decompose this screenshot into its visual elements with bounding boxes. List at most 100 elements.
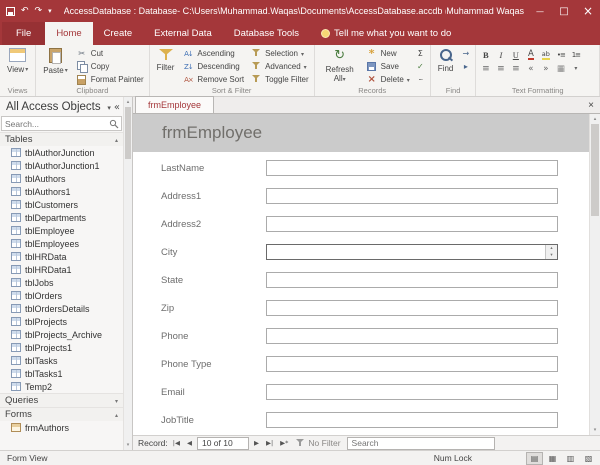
nav-item-tbltasks[interactable]: tblTasks xyxy=(0,354,123,367)
scroll-down-icon[interactable] xyxy=(124,440,132,450)
nav-search-input[interactable] xyxy=(2,119,109,129)
last-record-button[interactable] xyxy=(264,437,275,450)
align-left-button[interactable] xyxy=(478,62,493,75)
design-view-button[interactable] xyxy=(580,452,597,465)
ribbon-tab-database-tools[interactable]: Database Tools xyxy=(223,22,310,45)
qat-dropdown-icon[interactable] xyxy=(48,5,52,17)
align-right-button[interactable] xyxy=(508,62,523,75)
nav-pane-header[interactable]: All Access Objects xyxy=(0,97,123,116)
save-record-button[interactable]: Save xyxy=(363,60,413,73)
copy-button[interactable]: Copy xyxy=(73,60,147,73)
datasheet-view-button[interactable] xyxy=(544,452,561,465)
minimize-button[interactable] xyxy=(528,0,552,22)
nav-item-tblordersdetails[interactable]: tblOrdersDetails xyxy=(0,302,123,315)
scroll-down-icon[interactable] xyxy=(590,425,600,435)
gridlines-button[interactable] xyxy=(553,62,568,75)
field-input-email[interactable] xyxy=(266,384,558,400)
nav-search-box[interactable] xyxy=(1,116,122,131)
spinner-up-icon[interactable] xyxy=(546,245,557,252)
nav-item-tbltasks1[interactable]: tblTasks1 xyxy=(0,367,123,380)
scroll-up-icon[interactable] xyxy=(590,114,600,124)
ribbon-tab-tell-me-what-you-want-to-do[interactable]: Tell me what you want to do xyxy=(310,22,462,45)
highlight-button[interactable] xyxy=(538,48,553,61)
layout-view-button[interactable] xyxy=(562,452,579,465)
field-input-jobtitle[interactable] xyxy=(266,412,558,428)
ribbon-tab-file[interactable]: File xyxy=(2,22,45,45)
nav-item-tblhrdata[interactable]: tblHRData xyxy=(0,250,123,263)
next-record-button[interactable] xyxy=(252,437,261,450)
scroll-up-icon[interactable] xyxy=(124,97,132,107)
font-color-button[interactable] xyxy=(523,48,538,61)
nav-item-tbldepartments[interactable]: tblDepartments xyxy=(0,211,123,224)
nav-item-tblauthors[interactable]: tblAuthors xyxy=(0,172,123,185)
nav-item-tblauthorjunction[interactable]: tblAuthorJunction xyxy=(0,146,123,159)
numbering-button[interactable] xyxy=(568,48,583,61)
document-tab-frmemployee[interactable]: frmEmployee xyxy=(135,96,214,113)
nav-item-tblorders[interactable]: tblOrders xyxy=(0,289,123,302)
ribbon-tab-external-data[interactable]: External Data xyxy=(143,22,223,45)
scrollbar-thumb[interactable] xyxy=(125,107,131,159)
filter-status[interactable]: No Filter xyxy=(296,438,340,448)
nav-item-tblemployees[interactable]: tblEmployees xyxy=(0,237,123,250)
totals-button[interactable] xyxy=(413,47,428,60)
nav-section-queries[interactable]: Queries xyxy=(0,393,123,407)
nav-item-tblprojects[interactable]: tblProjects xyxy=(0,315,123,328)
nav-item-tblhrdata1[interactable]: tblHRData1 xyxy=(0,263,123,276)
delete-record-button[interactable]: Delete xyxy=(363,73,413,86)
view-button[interactable]: View xyxy=(2,46,33,86)
shutter-close-icon[interactable] xyxy=(114,101,120,113)
nav-item-tblprojects1[interactable]: tblProjects1 xyxy=(0,341,123,354)
scrollbar-thumb[interactable] xyxy=(591,124,599,216)
select-button[interactable] xyxy=(458,60,473,73)
chevron-down-icon[interactable] xyxy=(568,62,583,75)
increase-indent-button[interactable] xyxy=(538,62,553,75)
previous-record-button[interactable] xyxy=(185,437,194,450)
form-view-button[interactable] xyxy=(526,452,543,465)
nav-item-tblauthors1[interactable]: tblAuthors1 xyxy=(0,185,123,198)
nav-item-frmauthors[interactable]: frmAuthors xyxy=(0,421,123,434)
form-scrollbar[interactable] xyxy=(589,114,600,435)
ribbon-tab-create[interactable]: Create xyxy=(93,22,144,45)
save-button[interactable] xyxy=(6,5,15,17)
new-record-ribbon-button[interactable]: New xyxy=(363,47,413,60)
chevron-down-icon[interactable] xyxy=(107,101,111,113)
advanced-button[interactable]: Advanced xyxy=(247,60,312,73)
nav-item-tblemployee[interactable]: tblEmployee xyxy=(0,224,123,237)
bullets-button[interactable] xyxy=(553,48,568,61)
underline-button[interactable] xyxy=(508,48,523,61)
record-search-input[interactable] xyxy=(347,437,495,450)
user-name[interactable]: Muhammad Waqas xyxy=(446,6,528,16)
ribbon-tab-home[interactable]: Home xyxy=(45,22,92,45)
goto-button[interactable] xyxy=(458,47,473,60)
record-position[interactable]: 10 of 10 xyxy=(197,437,249,450)
field-input-phone[interactable] xyxy=(266,328,558,344)
nav-item-tblprojects_archive[interactable]: tblProjects_Archive xyxy=(0,328,123,341)
field-input-phone-type[interactable] xyxy=(266,356,558,372)
close-button[interactable] xyxy=(576,0,600,22)
ascending-button[interactable]: Ascending xyxy=(179,47,247,60)
nav-item-temp2[interactable]: Temp2 xyxy=(0,380,123,393)
cut-button[interactable]: Cut xyxy=(73,47,147,60)
italic-button[interactable] xyxy=(493,48,508,61)
new-record-button[interactable] xyxy=(278,437,290,450)
bold-button[interactable] xyxy=(478,48,493,61)
descending-button[interactable]: Descending xyxy=(179,60,247,73)
filter-button[interactable]: Filter xyxy=(152,46,180,86)
spelling-button[interactable] xyxy=(413,60,428,73)
field-input-city[interactable] xyxy=(266,244,558,260)
nav-scrollbar[interactable] xyxy=(123,97,132,450)
first-record-button[interactable] xyxy=(171,437,182,450)
close-document-icon[interactable] xyxy=(582,100,600,111)
selection-button[interactable]: Selection xyxy=(247,47,312,60)
nav-item-tblauthorjunction1[interactable]: tblAuthorJunction1 xyxy=(0,159,123,172)
remove-sort-button[interactable]: Remove Sort xyxy=(179,73,247,86)
align-center-button[interactable] xyxy=(493,62,508,75)
field-input-address2[interactable] xyxy=(266,216,558,232)
refresh-all-button[interactable]: Refresh All xyxy=(317,46,363,86)
field-input-lastname[interactable] xyxy=(266,160,558,176)
field-scrollbar[interactable] xyxy=(545,245,557,259)
paste-button[interactable]: Paste xyxy=(38,46,72,86)
nav-section-tables[interactable]: Tables xyxy=(0,132,123,146)
maximize-button[interactable] xyxy=(552,0,576,22)
undo-icon[interactable] xyxy=(21,5,29,17)
